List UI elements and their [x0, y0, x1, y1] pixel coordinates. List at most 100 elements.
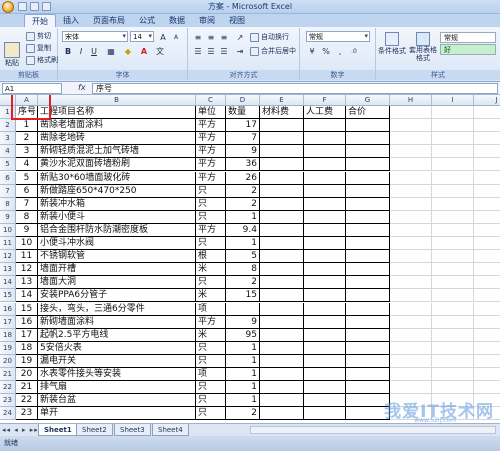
table-cell-qty[interactable]: 1: [226, 394, 260, 408]
bold-icon[interactable]: B: [62, 45, 74, 56]
row-header[interactable]: 17: [0, 315, 16, 329]
table-cell-no[interactable]: 8: [16, 210, 38, 224]
table-cell[interactable]: [432, 106, 474, 120]
table-cell[interactable]: [390, 302, 432, 316]
increase-decimal-icon[interactable]: .0: [348, 45, 360, 56]
conditional-format-button[interactable]: 条件格式: [378, 32, 406, 56]
table-cell[interactable]: [432, 223, 474, 237]
table-cell-material[interactable]: [260, 250, 304, 264]
table-cell-no[interactable]: 2: [16, 132, 38, 146]
table-cell-name[interactable]: 不锈钢软管: [38, 250, 196, 264]
table-cell-labor[interactable]: [304, 158, 346, 172]
table-cell-no[interactable]: 5: [16, 171, 38, 185]
cell-header-total[interactable]: 合价: [346, 106, 390, 120]
row-header[interactable]: 12: [0, 250, 16, 264]
table-cell[interactable]: [432, 184, 474, 198]
table-cell-no[interactable]: 10: [16, 237, 38, 251]
copy-button[interactable]: 复制: [26, 43, 51, 53]
table-cell-qty[interactable]: 7: [226, 132, 260, 146]
table-cell-unit[interactable]: 只: [196, 407, 226, 421]
phonetic-icon[interactable]: 文: [154, 45, 166, 56]
table-cell[interactable]: [474, 303, 500, 316]
table-cell[interactable]: [432, 132, 474, 146]
table-cell-total[interactable]: [346, 263, 390, 277]
row-header[interactable]: 22: [0, 381, 16, 395]
table-cell-labor[interactable]: [304, 341, 346, 355]
table-cell-material[interactable]: [260, 132, 304, 146]
table-cell[interactable]: [390, 223, 432, 237]
row-header[interactable]: 7: [0, 184, 16, 198]
table-cell[interactable]: [432, 289, 474, 303]
table-cell-labor[interactable]: [304, 407, 346, 421]
table-cell[interactable]: [432, 237, 474, 251]
table-cell[interactable]: [390, 210, 432, 224]
row-header[interactable]: 18: [0, 328, 16, 342]
number-format-select[interactable]: 常规: [306, 31, 370, 42]
table-cell-total[interactable]: [346, 237, 390, 251]
table-cell[interactable]: [432, 158, 474, 172]
table-cell-no[interactable]: 18: [16, 341, 38, 355]
table-cell-total[interactable]: [346, 171, 390, 185]
table-cell[interactable]: [474, 132, 500, 146]
table-cell-name[interactable]: 起帆2.5平方电线: [38, 328, 196, 342]
cell-header-labor[interactable]: 人工费: [304, 106, 346, 120]
row-header[interactable]: 15: [0, 289, 16, 303]
cell-header-qty[interactable]: 数量: [226, 106, 260, 120]
table-cell-unit[interactable]: 平方: [196, 315, 226, 329]
table-cell-qty[interactable]: 9: [226, 145, 260, 159]
grow-font-icon[interactable]: A: [157, 31, 169, 42]
table-cell-name[interactable]: 排气扇: [38, 381, 196, 395]
table-cell-total[interactable]: [346, 184, 390, 198]
column-header-c[interactable]: C: [196, 95, 226, 106]
table-cell[interactable]: [390, 171, 432, 185]
sheet-tab-4[interactable]: Sheet4: [152, 424, 189, 436]
column-header-g[interactable]: G: [346, 95, 390, 106]
format-table-button[interactable]: 套用表格格式: [408, 32, 438, 62]
table-cell-total[interactable]: [346, 276, 390, 290]
table-cell[interactable]: [474, 316, 500, 329]
tab-formulas[interactable]: 公式: [132, 14, 162, 27]
table-cell-total[interactable]: [346, 145, 390, 159]
table-cell[interactable]: [474, 368, 500, 382]
table-cell[interactable]: [474, 145, 500, 159]
row-header[interactable]: 3: [0, 132, 16, 146]
table-cell[interactable]: [474, 198, 500, 211]
tab-insert[interactable]: 插入: [56, 14, 86, 27]
border-icon[interactable]: ▦: [105, 45, 117, 56]
table-cell-labor[interactable]: [304, 289, 346, 303]
table-cell-labor[interactable]: [304, 210, 346, 224]
row-header[interactable]: 13: [0, 263, 16, 277]
table-cell[interactable]: [432, 197, 474, 211]
shrink-font-icon[interactable]: A: [170, 31, 182, 42]
align-middle-icon[interactable]: ≡: [205, 31, 217, 42]
table-cell-material[interactable]: [260, 289, 304, 303]
table-cell-material[interactable]: [260, 210, 304, 224]
table-cell-name[interactable]: 漏电开关: [38, 354, 196, 368]
column-header-d[interactable]: D: [226, 95, 260, 106]
table-cell-qty[interactable]: 1: [226, 341, 260, 355]
table-cell-name[interactable]: 新做踏座650*470*250: [38, 184, 196, 198]
table-cell-labor[interactable]: [304, 315, 346, 329]
formula-input[interactable]: 序号: [92, 83, 498, 94]
horizontal-scrollbar[interactable]: [250, 426, 496, 434]
tab-view[interactable]: 视图: [222, 14, 252, 27]
table-cell[interactable]: [432, 210, 474, 224]
table-cell-name[interactable]: 墙面大洞: [38, 276, 196, 290]
table-cell-labor[interactable]: [304, 302, 346, 316]
table-cell-name[interactable]: 新装冲水箱: [38, 197, 196, 211]
table-cell[interactable]: [474, 263, 500, 277]
row-header[interactable]: 14: [0, 276, 16, 290]
table-cell-total[interactable]: [346, 302, 390, 316]
table-cell[interactable]: [432, 145, 474, 159]
merge-center-button[interactable]: 合并后居中: [250, 46, 296, 56]
align-bottom-icon[interactable]: ≡: [218, 31, 230, 42]
table-cell-total[interactable]: [346, 381, 390, 395]
table-cell-no[interactable]: 15: [16, 302, 38, 316]
table-cell[interactable]: [474, 185, 500, 198]
table-cell[interactable]: [432, 354, 474, 368]
table-cell-no[interactable]: 9: [16, 223, 38, 237]
table-cell[interactable]: [432, 341, 474, 355]
table-cell-labor[interactable]: [304, 368, 346, 382]
cell-header-unit[interactable]: 单位: [196, 106, 226, 120]
table-cell[interactable]: [432, 276, 474, 290]
